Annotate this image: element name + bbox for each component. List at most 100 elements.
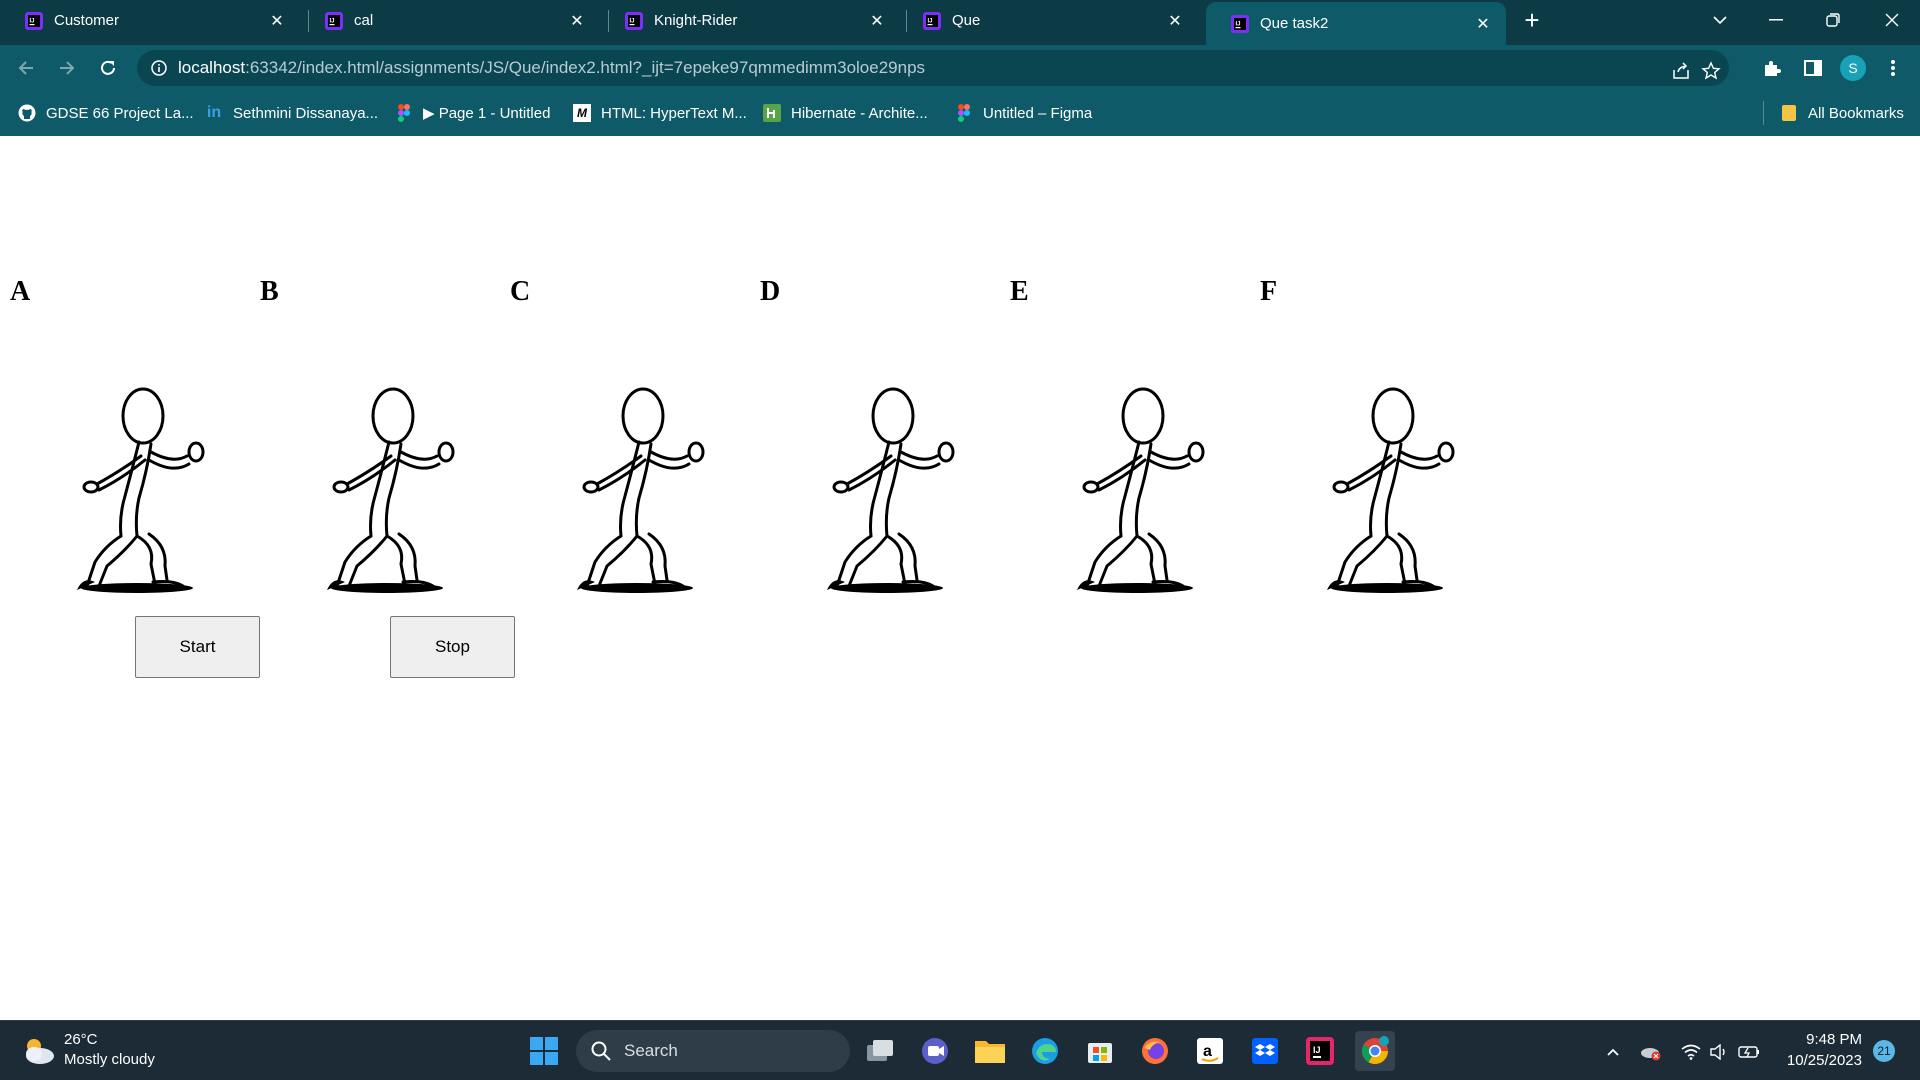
firefox-icon: [1142, 1038, 1168, 1064]
close-icon[interactable]: ✕: [866, 10, 888, 32]
lane-label-a: A: [10, 276, 31, 307]
bookmark-star-button[interactable]: [1699, 59, 1723, 83]
start-button[interactable]: Start: [135, 616, 260, 678]
close-window-button[interactable]: [1870, 0, 1914, 40]
intellij-button[interactable]: IJ: [1300, 1031, 1340, 1071]
taskbar-search[interactable]: Search: [576, 1030, 850, 1072]
bookmark-hibernate[interactable]: Hibernate - Archite...: [763, 102, 928, 124]
runner-image: [77, 387, 205, 593]
svg-text:IJ: IJ: [928, 18, 933, 24]
stop-button[interactable]: Stop: [390, 616, 515, 678]
bookmark-mdn[interactable]: M HTML: HyperText M...: [573, 102, 747, 124]
bookmark-gdse[interactable]: GDSE 66 Project La...: [18, 102, 194, 124]
close-icon: [1885, 13, 1899, 27]
extensions-button[interactable]: [1760, 56, 1784, 80]
amazon-button[interactable]: a: [1190, 1031, 1230, 1071]
linkedin-icon: in: [206, 104, 222, 121]
mdn-icon: M: [573, 104, 591, 122]
weather-description[interactable]: Mostly cloudy: [64, 1051, 155, 1068]
forward-button[interactable]: [51, 52, 83, 84]
minimize-icon: [1769, 19, 1783, 21]
bookmark-label: ▶ Page 1 - Untitled: [423, 105, 551, 122]
side-panel-button[interactable]: [1801, 56, 1825, 80]
github-icon: [18, 104, 36, 122]
minimize-button[interactable]: [1756, 0, 1796, 40]
lane-label-f: F: [1260, 276, 1278, 307]
runner-image: [827, 387, 955, 593]
store-icon: [1088, 1043, 1112, 1063]
intellij-icon: IJ: [25, 11, 43, 30]
share-button[interactable]: [1669, 59, 1693, 83]
store-button[interactable]: [1080, 1031, 1120, 1071]
close-icon[interactable]: ✕: [566, 10, 588, 32]
reload-button[interactable]: [92, 52, 124, 84]
svg-text:IJ: IJ: [30, 18, 35, 24]
tab-strip: IJ Customer ✕ IJ cal ✕ IJ Knight-Rider ✕…: [0, 0, 1920, 45]
figma-icon: [955, 104, 973, 122]
restore-button[interactable]: [1813, 0, 1853, 40]
start-menu-button[interactable]: [524, 1031, 564, 1071]
windows-icon: [530, 1037, 558, 1065]
tab-customer[interactable]: IJ Customer ✕: [0, 0, 300, 41]
wifi-icon: [1681, 1044, 1701, 1060]
cloud-error-icon: [1641, 1048, 1661, 1061]
address-bar[interactable]: localhost:63342/index.html/assignments/J…: [137, 50, 1729, 86]
bookmarks-bar: GDSE 66 Project La... in Sethmini Dissan…: [0, 91, 1920, 136]
partly-cloudy-icon[interactable]: [20, 1034, 56, 1066]
reload-icon: [101, 60, 115, 75]
show-hidden-icons-button[interactable]: [1602, 1041, 1624, 1063]
battery-icon: [1738, 1046, 1759, 1058]
bookmark-figma-page[interactable]: ▶ Page 1 - Untitled: [395, 102, 550, 124]
clock-date[interactable]: 10/25/2023: [1770, 1052, 1862, 1069]
all-bookmarks-button[interactable]: All Bookmarks: [1780, 102, 1904, 124]
teams-chat-button[interactable]: [915, 1031, 955, 1071]
lane-label-e: E: [1010, 276, 1029, 307]
amazon-icon: a: [1197, 1038, 1223, 1064]
battery-tray-button[interactable]: [1738, 1041, 1760, 1063]
task-view-button[interactable]: [860, 1031, 900, 1071]
new-tab-button[interactable]: +: [1512, 0, 1552, 40]
runner-image: [1077, 387, 1205, 593]
search-label: Search: [624, 1041, 678, 1060]
bookmarks-divider: [1763, 101, 1764, 125]
bookmark-label: Untitled – Figma: [983, 104, 1093, 122]
share-icon: [1673, 62, 1689, 79]
tab-title: Customer: [54, 12, 120, 29]
volume-tray-button[interactable]: [1708, 1041, 1730, 1063]
tab-cal[interactable]: IJ cal ✕: [300, 0, 600, 41]
tab-que-task2[interactable]: IJ Que task2 ✕: [1206, 2, 1506, 45]
back-button[interactable]: [10, 52, 42, 84]
weather-temperature[interactable]: 26°C: [64, 1031, 98, 1048]
file-explorer-button[interactable]: [970, 1031, 1010, 1071]
info-icon[interactable]: [150, 59, 168, 77]
tab-search-button[interactable]: [1700, 0, 1740, 40]
dropbox-button[interactable]: [1245, 1031, 1285, 1071]
chevron-down-icon: [1713, 16, 1727, 25]
tab-title: Que task2: [1260, 15, 1329, 32]
lane-label-b: B: [260, 276, 279, 307]
firefox-button[interactable]: [1135, 1031, 1175, 1071]
intellij-icon: IJ: [923, 11, 941, 30]
menu-button[interactable]: [1881, 56, 1905, 80]
chrome-button[interactable]: [1355, 1031, 1395, 1071]
wifi-tray-button[interactable]: [1680, 1041, 1702, 1063]
notification-badge[interactable]: 21: [1873, 1040, 1895, 1062]
tab-title: Knight-Rider: [654, 12, 738, 29]
bookmark-label: HTML: HyperText M...: [601, 104, 747, 122]
bookmark-figma-untitled[interactable]: Untitled – Figma: [955, 102, 1092, 124]
edge-button[interactable]: [1025, 1031, 1065, 1071]
tab-knight-rider[interactable]: IJ Knight-Rider ✕: [600, 0, 900, 41]
profile-avatar[interactable]: S: [1840, 55, 1866, 81]
svg-text:IJ: IJ: [1236, 21, 1241, 27]
bookmark-linkedin[interactable]: in Sethmini Dissanaya...: [205, 102, 378, 124]
close-icon[interactable]: ✕: [1472, 13, 1494, 35]
url-path: :63342/index.html/assignments/JS/Que/ind…: [245, 58, 926, 77]
kebab-menu-icon: [1891, 60, 1895, 76]
close-icon[interactable]: ✕: [266, 10, 288, 32]
chat-icon: [922, 1038, 948, 1064]
tab-que[interactable]: IJ Que ✕: [898, 0, 1198, 41]
tab-title: cal: [354, 12, 374, 29]
onedrive-tray-button[interactable]: [1640, 1041, 1662, 1063]
close-icon[interactable]: ✕: [1164, 10, 1186, 32]
clock-time[interactable]: 9:48 PM: [1780, 1031, 1862, 1048]
